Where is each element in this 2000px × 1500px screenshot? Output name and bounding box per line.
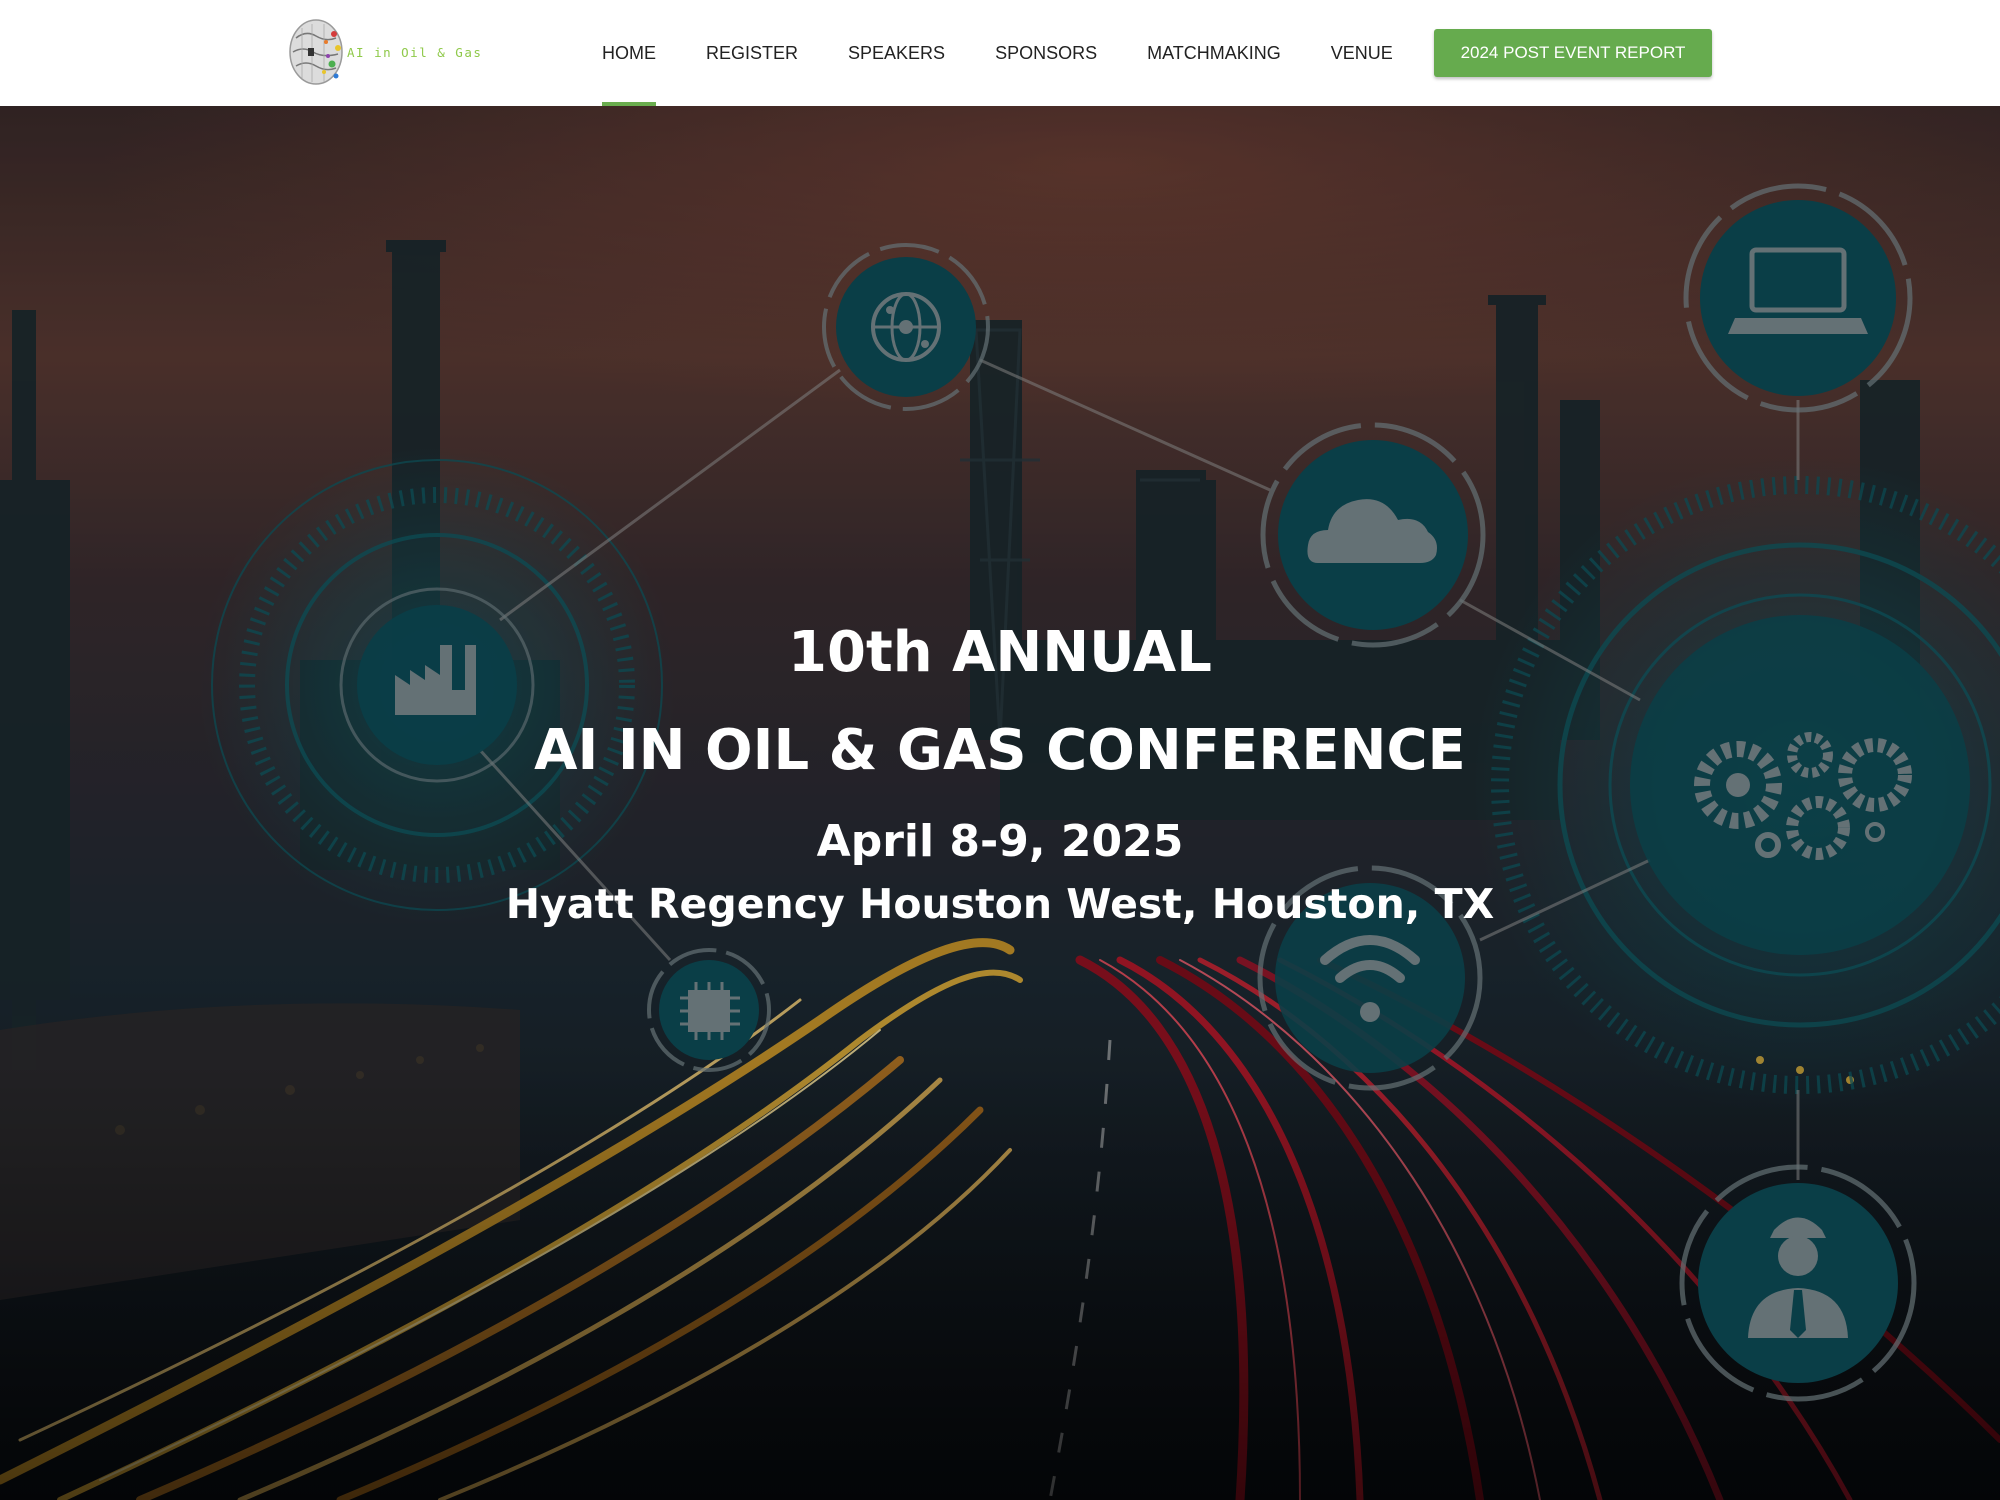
nav-register[interactable]: REGISTER (706, 0, 798, 106)
hero-title: AI IN OIL & GAS CONFERENCE (534, 718, 1466, 783)
brain-logo-icon (289, 19, 343, 85)
hero-background-image (0, 106, 2000, 1500)
site-logo[interactable]: AI in Oil & Gas (288, 18, 482, 86)
hero-banner: 10th ANNUAL AI IN OIL & GAS CONFERENCE A… (0, 106, 2000, 1500)
nav-matchmaking[interactable]: MATCHMAKING (1147, 0, 1281, 106)
hero-edition: 10th ANNUAL (788, 620, 1212, 685)
logo-text: AI in Oil & Gas (347, 44, 483, 60)
hero-venue: Hyatt Regency Houston West, Houston, TX (505, 880, 1495, 928)
post-event-report-button[interactable]: 2024 POST EVENT REPORT (1434, 29, 1712, 77)
nav-sponsors[interactable]: SPONSORS (995, 0, 1097, 106)
main-nav: HOME REGISTER SPEAKERS SPONSORS MATCHMAK… (602, 0, 1443, 106)
top-navigation-bar: AI in Oil & Gas HOME REGISTER SPEAKERS S… (0, 0, 2000, 106)
nav-venue[interactable]: VENUE (1331, 0, 1393, 106)
nav-home[interactable]: HOME (602, 0, 656, 106)
hero-date: April 8-9, 2025 (816, 816, 1184, 867)
nav-speakers[interactable]: SPEAKERS (848, 0, 945, 106)
